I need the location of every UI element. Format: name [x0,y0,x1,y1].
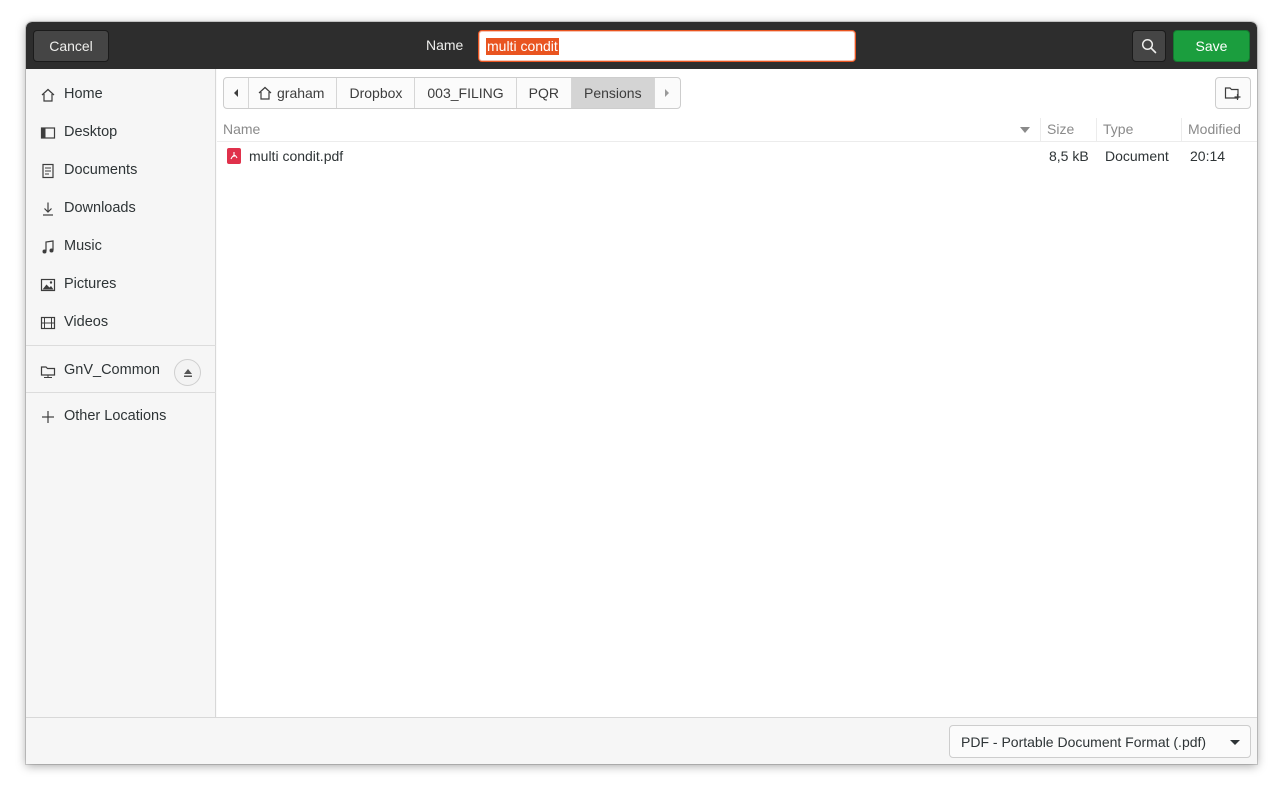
sidebar-item-label: Videos [64,314,109,330]
search-icon [1141,38,1157,54]
file-modified: 20:14 [1190,148,1226,164]
videos-icon [39,314,57,332]
path-segment-dropbox[interactable]: Dropbox [337,78,416,108]
path-segment-pqr[interactable]: PQR [517,78,572,108]
sidebar-item-label: Desktop [64,124,118,140]
column-header-type[interactable]: Type [1103,121,1133,137]
create-folder-button[interactable] [1215,77,1251,109]
path-bar: graham Dropbox 003_FILING PQR Pensions [223,77,681,109]
cancel-button[interactable]: Cancel [33,30,109,62]
filename-selected-text: multi condit [486,38,559,55]
network-drive-icon [39,362,57,380]
sidebar-separator [26,345,216,346]
sidebar-item-label: Pictures [64,276,117,292]
plus-icon [39,408,57,426]
column-header-modified[interactable]: Modified [1188,121,1241,137]
column-divider [1181,118,1182,142]
dialog-footer: PDF - Portable Document Format (.pdf) [26,717,1257,764]
home-icon [258,86,272,100]
sidebar-item-label: Documents [64,162,138,178]
sidebar-item-label: GnV_Common [64,362,160,378]
path-segment-label: PQR [528,85,559,101]
path-segment-003-filing[interactable]: 003_FILING [415,78,517,108]
sidebar-item-documents[interactable]: Documents [26,152,216,188]
chevron-down-icon [1230,740,1240,745]
sidebar-separator [26,392,216,393]
save-button[interactable]: Save [1173,30,1250,62]
sidebar-item-home[interactable]: Home [26,76,216,112]
music-icon [39,238,57,256]
sidebar-item-downloads[interactable]: Downloads [26,190,216,226]
path-scroll-left-button[interactable] [224,78,249,108]
filename-input[interactable]: multi condit [478,30,856,62]
path-scroll-right-button[interactable] [655,78,680,108]
path-segment-graham[interactable]: graham [249,78,338,108]
file-browser-pane: graham Dropbox 003_FILING PQR Pensions N… [217,69,1257,717]
file-list-header: Name Size Type Modified [217,118,1257,142]
documents-icon [39,162,57,180]
downloads-icon [39,200,57,218]
chevron-left-icon [234,89,238,97]
sidebar-item-other-locations[interactable]: Other Locations [26,398,216,434]
column-header-name[interactable]: Name [223,121,260,137]
column-divider [1040,118,1041,142]
file-size: 8,5 kB [1049,148,1089,164]
pdf-icon [227,148,241,164]
save-file-dialog: Cancel Name multi condit Save Home Deskt… [26,22,1257,764]
chevron-right-icon [665,89,670,97]
sidebar-item-label: Downloads [64,200,136,216]
eject-icon [183,368,192,377]
column-divider [1096,118,1097,142]
sidebar-item-videos[interactable]: Videos [26,304,216,340]
file-type: Document [1105,148,1169,164]
header-bar: Cancel Name multi condit Save [26,22,1257,69]
file-row[interactable]: multi condit.pdf 8,5 kB Document 20:14 [217,144,1257,168]
sidebar-item-label: Music [64,238,102,254]
file-type-select[interactable]: PDF - Portable Document Format (.pdf) [949,725,1251,758]
desktop-icon [39,124,57,142]
path-segment-label: graham [277,85,325,101]
eject-button[interactable] [174,359,201,386]
home-icon [39,86,57,104]
pictures-icon [39,276,57,294]
sidebar-item-label: Other Locations [64,408,167,424]
column-header-size[interactable]: Size [1047,121,1074,137]
path-segment-label: Pensions [584,85,642,101]
places-sidebar: Home Desktop Documents Downloads Music P… [26,69,216,717]
file-name: multi condit.pdf [249,148,344,164]
file-type-selected: PDF - Portable Document Format (.pdf) [961,733,1207,750]
name-label: Name [426,37,464,53]
search-button[interactable] [1132,30,1166,62]
path-segment-label: Dropbox [349,85,403,101]
new-folder-icon [1224,87,1241,100]
sidebar-item-gnv-common[interactable]: GnV_Common [26,352,216,388]
sidebar-item-pictures[interactable]: Pictures [26,266,216,302]
sort-descending-icon[interactable] [1020,127,1030,133]
path-segment-pensions[interactable]: Pensions [572,78,655,108]
sidebar-item-music[interactable]: Music [26,228,216,264]
sidebar-item-label: Home [64,86,103,102]
sidebar-item-desktop[interactable]: Desktop [26,114,216,150]
path-segment-label: 003_FILING [427,85,504,101]
